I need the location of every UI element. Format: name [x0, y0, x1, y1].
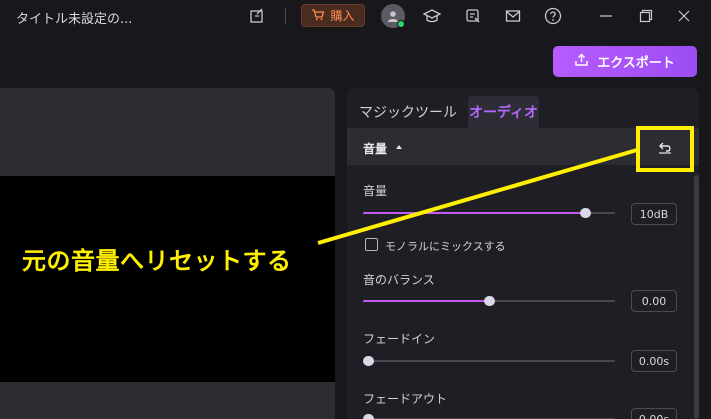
app-window: タイトル未設定の... 購入 エクスポート マジックツール オーディオ 音量 音… [0, 0, 711, 419]
callout-arrow [317, 148, 638, 245]
callout-line [317, 148, 638, 245]
callout-text: 元の音量へリセットする [22, 247, 292, 275]
reset-highlight-box [636, 126, 694, 172]
